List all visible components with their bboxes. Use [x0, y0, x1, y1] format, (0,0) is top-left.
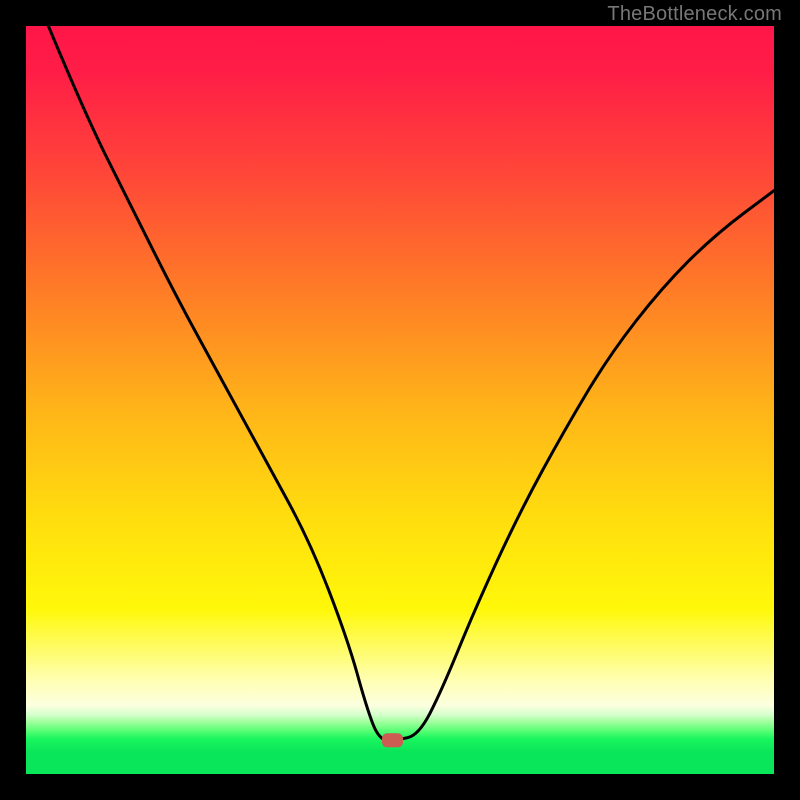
watermark-text: TheBottleneck.com	[607, 3, 782, 26]
curve-overlay	[26, 26, 774, 774]
plot-area	[26, 26, 774, 774]
minimum-marker	[382, 733, 403, 747]
bottleneck-curve	[48, 26, 774, 740]
chart-frame: TheBottleneck.com	[0, 0, 800, 800]
